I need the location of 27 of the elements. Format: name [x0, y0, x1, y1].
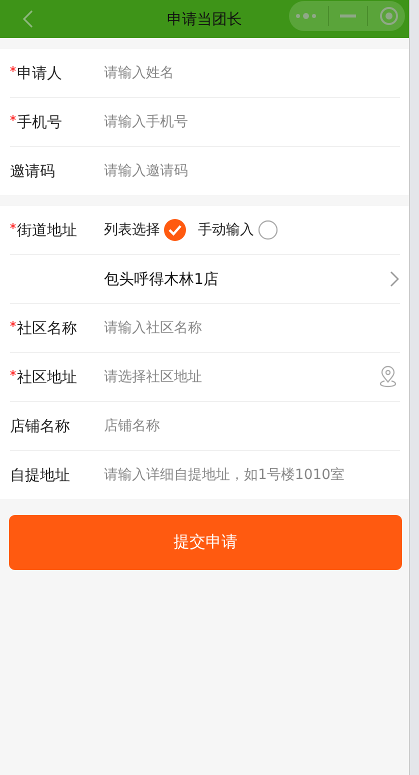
minimize-icon[interactable]	[340, 14, 356, 18]
field-label: 社区名称	[17, 318, 78, 338]
input-field[interactable]: 请输入邀请码	[104, 163, 400, 179]
close-icon[interactable]	[379, 6, 400, 26]
field-label: 邀请码	[10, 162, 56, 180]
input-field[interactable]: 请输入手机号	[104, 114, 400, 130]
chevron-right-icon[interactable]	[390, 271, 400, 287]
field-label: 自提地址	[10, 466, 71, 484]
radio-option[interactable]: 列表选择	[104, 219, 186, 241]
radio-icon[interactable]	[258, 220, 278, 240]
input-field[interactable]: 店铺名称	[104, 418, 400, 434]
checked-radio-icon[interactable]	[164, 219, 186, 241]
page-title: 申请当团长	[166, 10, 243, 28]
field-label: 社区地址	[17, 368, 78, 386]
more-icon[interactable]	[294, 12, 317, 20]
field-label: 申请人	[17, 64, 63, 82]
input-field[interactable]: 请输入社区名称	[104, 320, 400, 336]
radio-option[interactable]: 手动输入	[198, 219, 278, 241]
input-field[interactable]: 请选择社区地址	[104, 369, 378, 385]
select-value[interactable]: 包头呼得木林1店	[104, 270, 390, 288]
input-field[interactable]: 请输入姓名	[104, 65, 400, 81]
field-label: 街道地址	[17, 220, 78, 240]
field-label: 店铺名称	[10, 416, 71, 436]
input-field[interactable]: 请输入详细自提地址，如1号楼1010室	[104, 467, 400, 483]
location-pin-icon[interactable]	[378, 365, 398, 389]
field-label: 手机号	[17, 112, 63, 132]
back-icon[interactable]	[21, 9, 35, 29]
